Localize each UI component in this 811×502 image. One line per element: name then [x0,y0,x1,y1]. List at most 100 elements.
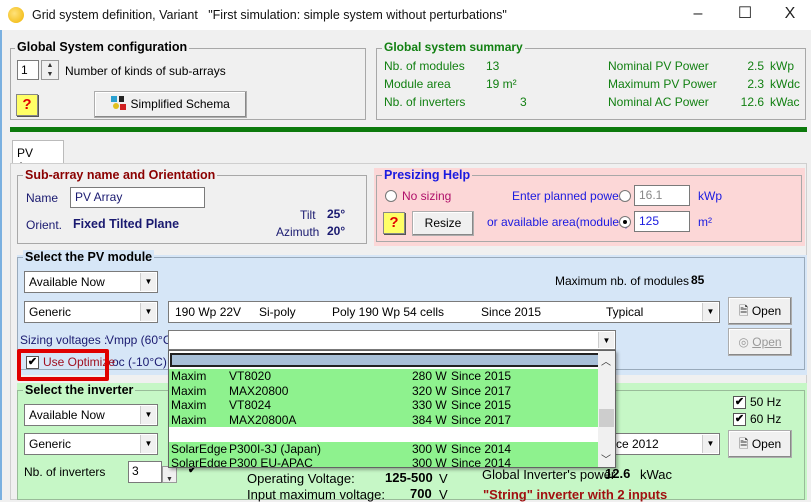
dropdown-item-power: 384 W [412,412,447,427]
summary-value: 3 [520,95,527,109]
summary-value: 13 [486,59,500,73]
spin-up-icon[interactable] [163,467,176,475]
global-config-title: Global System configuration [15,40,190,54]
scroll-thumb[interactable] [599,409,614,427]
dropdown-item-maker: SolarEdge [171,441,228,456]
inverter-availability-select[interactable]: Available Now ▼ [24,404,158,426]
dropdown-item[interactable]: Maxim MAX20800A 384 W Since 2017 [169,412,599,427]
sub-array-kinds-label: Number of kinds of sub-arrays [65,64,226,78]
chevron-down-icon[interactable]: ▼ [702,303,718,321]
summary-label: Nb. of modules [384,59,465,73]
sub-array-kinds-input[interactable]: 1 [17,60,39,80]
module-model-select[interactable]: 190 Wp 22V Si-poly Poly 190 Wp 54 cells … [168,301,720,323]
highlight-annotation [17,349,109,381]
dropdown-item[interactable]: Maxim VT8020 280 W Since 2015 [169,369,599,384]
spin-down-icon[interactable]: ▼ [163,475,176,483]
orient-label: Orient. [26,218,63,232]
close-button[interactable]: X [767,0,811,30]
no-sizing-label: No sizing [402,189,452,203]
dropdown-item-since: Since 2015 [451,369,512,383]
global-power-unit: kWac [640,467,673,482]
operating-voltage-unit: V [439,471,448,486]
nb-inverters-label: Nb. of inverters [24,465,106,479]
dropdown-item[interactable]: SolarEdge P300 EU-APAC 300 W Since 2014 [169,456,599,468]
summary-unit: kWac [770,95,800,109]
dropdown-item-model: P300I-3J (Japan) [229,441,322,456]
module-availability-select[interactable]: Available Now ▼ [24,271,158,293]
dropdown-item-since: Since 2017 [451,383,512,398]
hz50-label: 50 Hz [750,395,782,409]
module-manufacturer-select[interactable]: Generic ▼ [24,301,158,323]
document-icon: 🗎 [738,437,749,451]
nb-inverters-input[interactable]: 3 [128,461,162,483]
area-radio[interactable] [619,216,631,228]
dropdown-item-power: 300 W [412,456,447,468]
no-sizing-radio[interactable] [385,190,397,202]
dropdown-item[interactable] [170,353,600,367]
tab-pv-array[interactable]: PV Array [12,140,64,174]
dropdown-item-power: 280 W [412,369,447,383]
simplified-schema-button[interactable]: Simplified Schema [94,91,247,118]
optimizer-dropdown-list[interactable]: Maxim VT8020 280 W Since 2015 Maxim MAX20800 3… [168,350,616,468]
dropdown-item-since: Since 2014 [451,441,512,456]
dropdown-item-maker: Maxim [171,383,207,398]
dropdown-item[interactable]: Maxim VT8024 330 W Since 2015 [169,398,599,413]
orient-value: Fixed Tilted Plane [73,217,180,231]
chevron-down-icon[interactable]: ▼ [140,406,156,424]
dropdown-item[interactable]: SolarEdge P300I-3J (Japan) 300 W Since 2014 [169,441,599,456]
dropdown-item-maker: Maxim [171,398,207,412]
scroll-up-icon[interactable]: ︿ [601,353,611,368]
module-power: 190 Wp 22V [175,305,242,319]
inverter-manufacturer-select[interactable]: Generic ▼ [24,433,158,455]
scroll-down-icon[interactable]: ﹀ [601,451,611,466]
dropdown-item[interactable] [169,427,599,442]
summary-label: Maximum PV Power [608,77,717,91]
window-title: Grid system definition, Variant "First s… [32,8,507,22]
dropdown-item-model: VT8020 [229,369,272,383]
chevron-down-icon[interactable]: ▼ [140,435,156,453]
resize-button[interactable]: Resize [412,211,474,236]
hz60-checkbox[interactable]: ✔ [733,413,746,426]
sub-array-kinds-spinner[interactable]: ▲ ▼ [41,60,59,80]
hz50-checkbox[interactable]: ✔ [733,396,746,409]
planned-power-input[interactable]: 16.1 [634,185,690,206]
optimizer-open-button[interactable]: ◎ Open [728,328,792,356]
name-input[interactable]: PV Array [70,187,205,208]
optimizer-select[interactable]: ▼ [168,330,616,350]
spin-up-icon[interactable]: ▲ [42,61,58,70]
planned-power-radio[interactable] [619,190,631,202]
presizing-help-button[interactable]: ? [383,212,405,234]
chevron-down-icon[interactable]: ▼ [140,273,156,291]
app-icon [8,7,24,23]
tilt-value: 25° [327,207,346,221]
summary-label: Nb. of inverters [384,95,466,109]
dropdown-item-power: 320 W [412,383,447,398]
pv-module-title: Select the PV module [23,250,155,264]
hz60-label: 60 Hz [750,412,782,426]
voc-label: oc (-10°C) [112,355,167,369]
azimuth-value: 20° [327,224,346,238]
chevron-down-icon[interactable]: ▼ [598,332,614,348]
module-open-button[interactable]: 🗎 Open [728,297,792,325]
dropdown-item[interactable]: Maxim MAX20800 320 W Since 2017 [169,383,599,398]
module-availability-value: Available Now [29,275,105,289]
area-input[interactable]: 125 [634,211,690,232]
inverter-open-button[interactable]: 🗎 Open [728,430,792,458]
dropdown-scrollbar[interactable]: ︿ ﹀ [598,351,615,467]
max-modules-label: Maximum nb. of modules [555,274,690,288]
dropdown-item-model: MAX20800 [229,383,289,398]
dropdown-item-maker: Maxim [171,369,207,383]
dropdown-item-since: Since 2014 [451,456,512,468]
minimize-button[interactable]: – [675,0,721,30]
document-icon: 🗎 [738,304,749,318]
chevron-down-icon[interactable]: ▼ [140,303,156,321]
spin-down-icon[interactable]: ▼ [42,70,58,79]
summary-value: 2.5 [747,59,764,73]
tilt-label: Tilt [300,208,316,222]
nb-inverters-spinner[interactable]: ▼ [162,466,177,483]
help-button[interactable]: ? [16,94,38,116]
maximize-button[interactable]: ☐ [722,0,768,30]
inverter-title: Select the inverter [23,383,136,397]
window-frame [0,30,2,500]
chevron-down-icon[interactable]: ▼ [702,435,718,453]
